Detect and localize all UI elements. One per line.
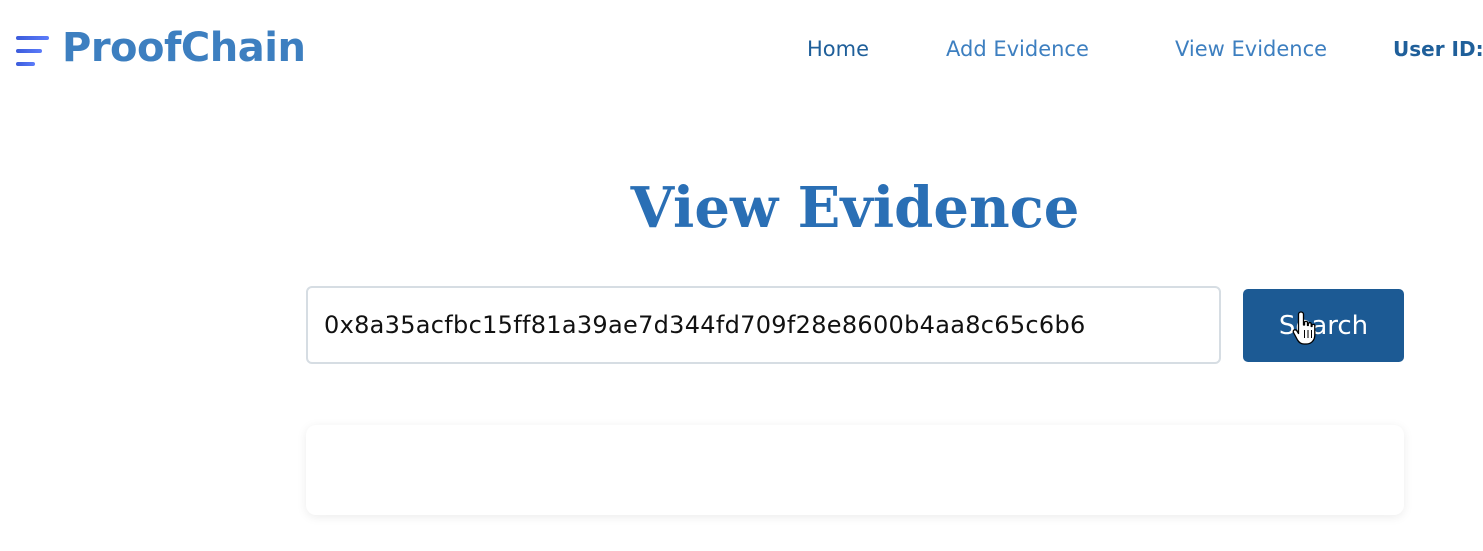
nav-home-link[interactable]: Home bbox=[807, 33, 869, 65]
search-button[interactable]: Search bbox=[1243, 289, 1404, 362]
main-nav: Home Add Evidence View Evidence User ID: bbox=[0, 33, 1483, 65]
nav-add-evidence-link[interactable]: Add Evidence bbox=[946, 33, 1089, 65]
evidence-search-input[interactable] bbox=[306, 286, 1221, 364]
evidence-result-card bbox=[306, 425, 1404, 515]
user-id-label: User ID: bbox=[1393, 37, 1483, 61]
top-navbar: ProofChain Home Add Evidence View Eviden… bbox=[0, 0, 1483, 98]
page: ProofChain Home Add Evidence View Eviden… bbox=[0, 0, 1483, 551]
nav-view-evidence-link[interactable]: View Evidence bbox=[1175, 33, 1327, 65]
page-title: View Evidence bbox=[630, 175, 1080, 241]
